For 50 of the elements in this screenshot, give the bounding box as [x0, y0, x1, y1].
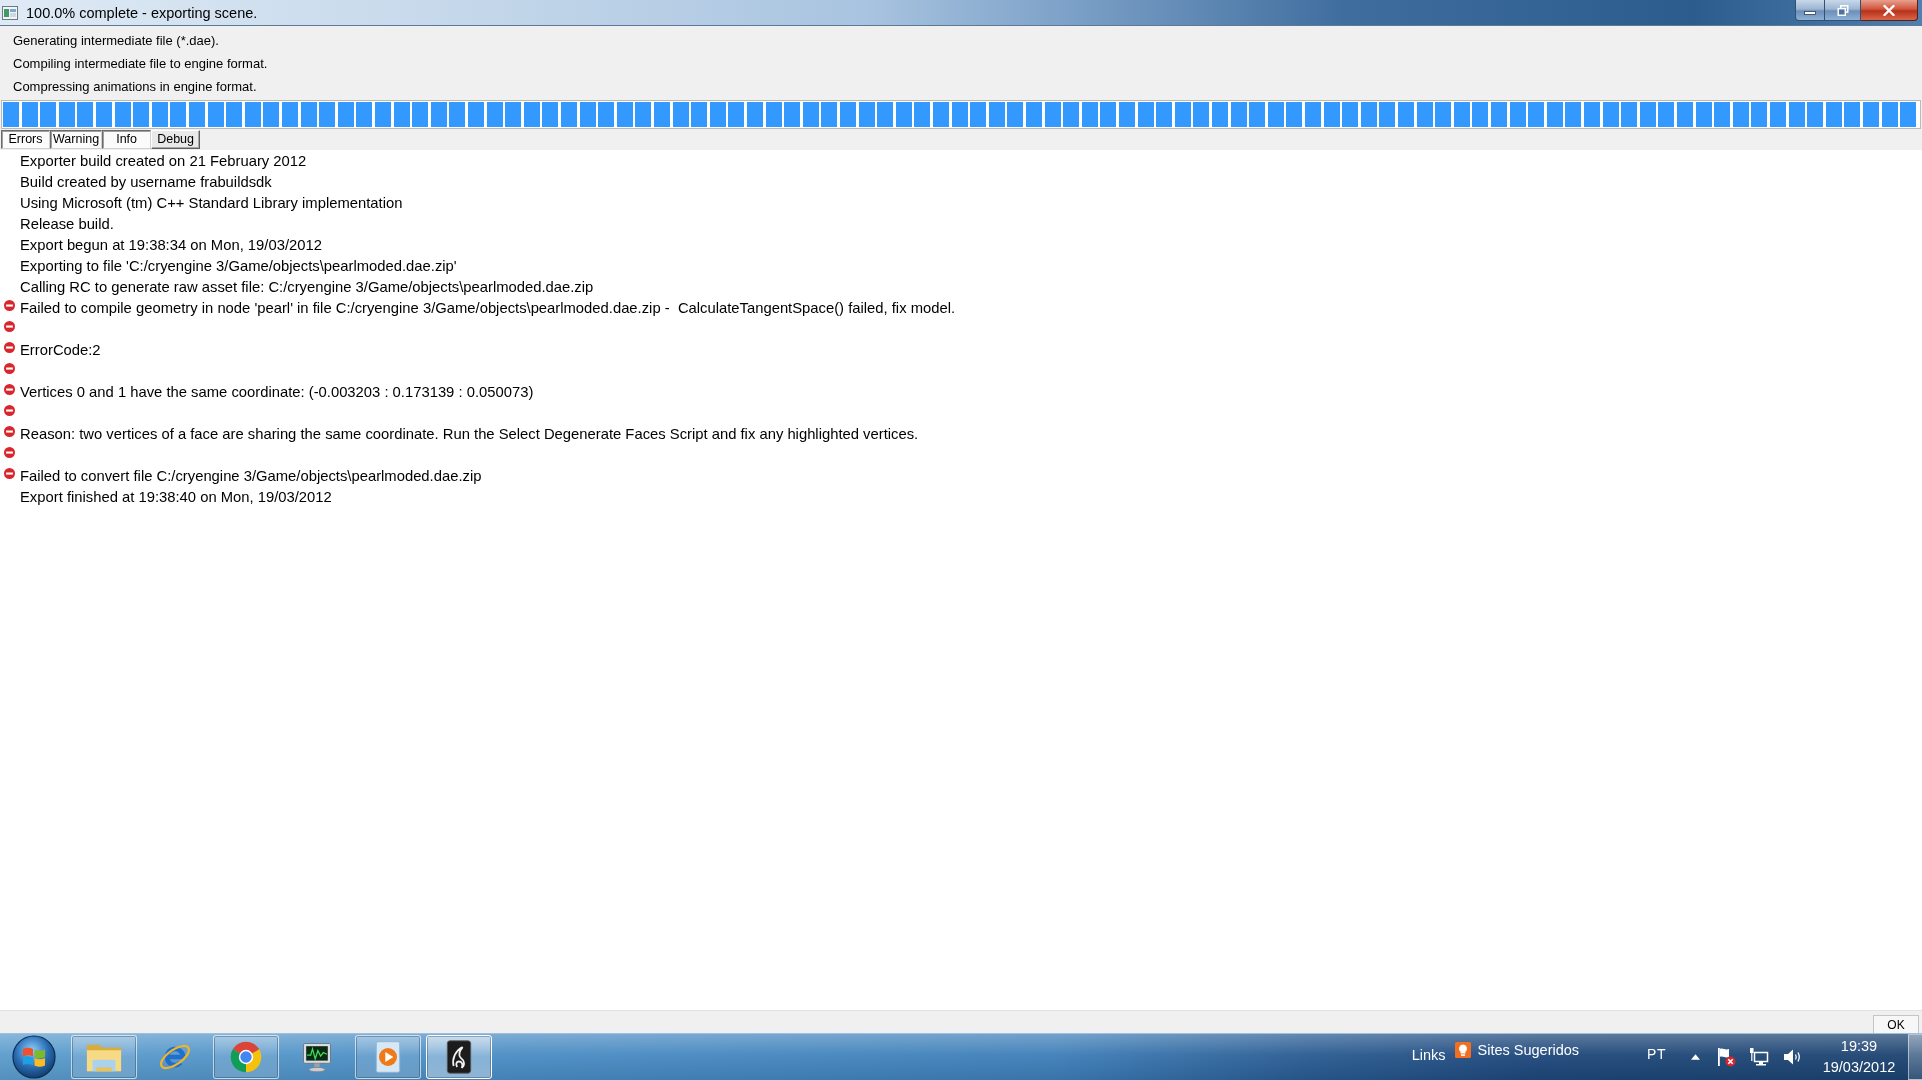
lightbulb-icon [1454, 1041, 1471, 1058]
network-icon[interactable] [1749, 1047, 1769, 1067]
log-line: Export begun at 19:38:34 on Mon, 19/03/2012 [20, 236, 322, 253]
show-desktop-button[interactable] [1908, 1034, 1922, 1080]
log-line: Vertices 0 and 1 have the same coordinate: (-0.003203 : 0.173139 : 0.050073) [20, 383, 534, 400]
no-entry-icon [4, 363, 15, 374]
log-line: Failed to convert file C:/cryengine 3/Game/objects\pearlmoded.dae.zip [20, 467, 482, 484]
no-entry-icon [4, 321, 15, 332]
taskbar-button[interactable] [426, 1035, 492, 1079]
log-line: Exporter build created on 21 February 2012 [20, 152, 307, 169]
close-icon [1883, 4, 1895, 16]
filter-toggle[interactable]: Debug [151, 130, 201, 149]
log-line: Using Microsoft (tm) C++ Standard Library implementation [20, 194, 403, 211]
flag-with-x-icon[interactable] [1716, 1047, 1736, 1067]
speaker-icon[interactable] [1782, 1047, 1802, 1067]
log-line: Export finished at 19:38:40 on Mon, 19/03/2012 [20, 488, 332, 505]
log-line: Failed to compile geometry in node 'pearl' in file C:/cryengine 3/Game/objects\pearlmoded.dae.zip - CalculateTangentSpace() failed, fix model. [20, 299, 956, 316]
log-line: Build created by username frabuildsdk [20, 173, 272, 190]
no-entry-icon [4, 300, 15, 311]
log-line: Reason: two vertices of a face are sharing the same coordinate. Run the Select Degenerate Faces Script and fix any highlighted vertices. [20, 425, 919, 442]
restore-icon [1836, 4, 1849, 16]
no-entry-icon [4, 342, 15, 353]
clock-button[interactable]: 19:39 19/03/2012 [1816, 1035, 1902, 1079]
ok-button[interactable]: OK [1873, 1015, 1919, 1033]
close-button[interactable] [1861, 0, 1918, 21]
filter-toggle[interactable]: Errors [1, 130, 50, 149]
log-line: ErrorCode:2 [20, 341, 101, 358]
status-line: Compiling intermediate file to engine format. [13, 56, 268, 71]
no-entry-icon [4, 384, 15, 395]
restore-button[interactable] [1825, 0, 1861, 21]
status-line: Generating intermediate file (*.dae). [13, 33, 219, 48]
filter-toggle[interactable]: Warning [50, 130, 103, 149]
window-title: 100.0% complete - exporting scene. [26, 4, 258, 21]
caret-up-icon[interactable] [1691, 1054, 1700, 1060]
language-indicator[interactable]: PT [1647, 1046, 1666, 1062]
no-entry-icon [4, 426, 15, 437]
log-line: Exporting to file 'C:/cryengine 3/Game/objects\pearlmoded.dae.zip' [20, 257, 457, 274]
log-line: Calling RC to generate raw asset file: C:/cryengine 3/Game/objects\pearlmoded.dae.zip [20, 278, 594, 295]
log-line: Release build. [20, 215, 114, 232]
favorites-link[interactable]: Sites Sugeridos [1477, 1041, 1580, 1058]
no-entry-icon [4, 468, 15, 479]
toolbar-label: Links [1411, 1046, 1446, 1063]
no-entry-icon [4, 447, 15, 458]
no-entry-icon [4, 405, 15, 416]
minimize-icon [1804, 11, 1816, 15]
status-line: Compressing animations in engine format. [13, 79, 257, 94]
flag-logo-icon [12, 1035, 56, 1079]
minimize-button[interactable] [1795, 0, 1825, 21]
filter-toggle[interactable]: Info [102, 130, 152, 149]
window-icon [2, 5, 18, 20]
